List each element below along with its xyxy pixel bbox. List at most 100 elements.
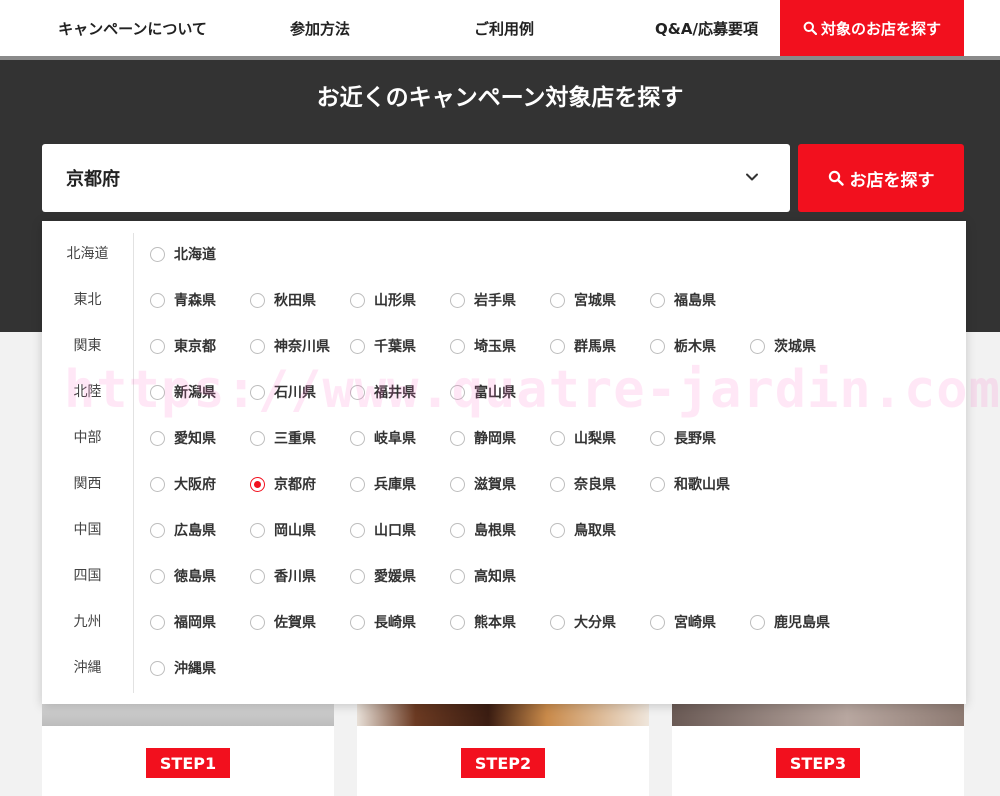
nav-how-to-join[interactable]: 参加方法: [265, 0, 375, 56]
radio-icon[interactable]: [550, 614, 565, 630]
radio-icon[interactable]: [350, 614, 365, 630]
radio-icon[interactable]: [150, 246, 165, 262]
prefecture-option[interactable]: 山梨県: [550, 428, 616, 448]
prefecture-option[interactable]: 北海道: [150, 244, 216, 264]
prefecture-option[interactable]: 京都府: [250, 474, 316, 494]
radio-icon[interactable]: [350, 430, 365, 446]
prefecture-option[interactable]: 広島県: [150, 520, 216, 540]
radio-icon[interactable]: [250, 568, 265, 584]
prefecture-option[interactable]: 茨城県: [750, 336, 816, 356]
prefecture-option[interactable]: 大阪府: [150, 474, 216, 494]
prefecture-option[interactable]: 佐賀県: [250, 612, 316, 632]
radio-icon[interactable]: [450, 476, 465, 492]
radio-icon[interactable]: [250, 430, 265, 446]
prefecture-option[interactable]: 宮崎県: [650, 612, 716, 632]
prefecture-option[interactable]: 沖縄県: [150, 658, 216, 678]
prefecture-option[interactable]: 岩手県: [450, 290, 516, 310]
prefecture-option[interactable]: 鳥取県: [550, 520, 616, 540]
radio-icon[interactable]: [450, 384, 465, 400]
radio-icon[interactable]: [150, 338, 165, 354]
find-store-button[interactable]: お店を探す: [798, 144, 964, 212]
radio-icon[interactable]: [550, 292, 565, 308]
prefecture-option[interactable]: 福井県: [350, 382, 416, 402]
radio-icon[interactable]: [250, 384, 265, 400]
prefecture-option[interactable]: 群馬県: [550, 336, 616, 356]
prefecture-option[interactable]: 東京都: [150, 336, 216, 356]
radio-icon[interactable]: [350, 522, 365, 538]
radio-icon[interactable]: [150, 384, 165, 400]
radio-icon[interactable]: [150, 660, 165, 676]
prefecture-option[interactable]: 高知県: [450, 566, 516, 586]
prefecture-option[interactable]: 島根県: [450, 520, 516, 540]
prefecture-option[interactable]: 山口県: [350, 520, 416, 540]
prefecture-option[interactable]: 山形県: [350, 290, 416, 310]
prefecture-option[interactable]: 岡山県: [250, 520, 316, 540]
prefecture-option[interactable]: 愛媛県: [350, 566, 416, 586]
radio-icon[interactable]: [650, 476, 665, 492]
radio-icon[interactable]: [550, 338, 565, 354]
radio-icon[interactable]: [150, 568, 165, 584]
prefecture-option[interactable]: 徳島県: [150, 566, 216, 586]
prefecture-option[interactable]: 埼玉県: [450, 336, 516, 356]
radio-icon[interactable]: [350, 568, 365, 584]
prefecture-option[interactable]: 石川県: [250, 382, 316, 402]
prefecture-option[interactable]: 青森県: [150, 290, 216, 310]
radio-icon[interactable]: [450, 522, 465, 538]
radio-icon[interactable]: [250, 292, 265, 308]
radio-icon[interactable]: [450, 338, 465, 354]
nav-about-campaign[interactable]: キャンペーンについて: [0, 0, 265, 56]
radio-icon[interactable]: [350, 384, 365, 400]
radio-icon[interactable]: [250, 522, 265, 538]
radio-icon[interactable]: [550, 476, 565, 492]
prefecture-option[interactable]: 神奈川県: [250, 336, 330, 356]
prefecture-option[interactable]: 富山県: [450, 382, 516, 402]
prefecture-option[interactable]: 栃木県: [650, 336, 716, 356]
radio-icon[interactable]: [250, 338, 265, 354]
prefecture-option[interactable]: 大分県: [550, 612, 616, 632]
nav-find-store-button[interactable]: 対象のお店を探す: [780, 0, 964, 56]
prefecture-option[interactable]: 愛知県: [150, 428, 216, 448]
radio-icon[interactable]: [250, 614, 265, 630]
prefecture-option[interactable]: 福島県: [650, 290, 716, 310]
prefecture-option[interactable]: 奈良県: [550, 474, 616, 494]
radio-icon[interactable]: [350, 338, 365, 354]
radio-icon[interactable]: [650, 614, 665, 630]
prefecture-option[interactable]: 岐阜県: [350, 428, 416, 448]
radio-icon[interactable]: [750, 614, 765, 630]
prefecture-option[interactable]: 熊本県: [450, 612, 516, 632]
radio-icon[interactable]: [750, 338, 765, 354]
prefecture-option[interactable]: 滋賀県: [450, 474, 516, 494]
prefecture-option[interactable]: 長野県: [650, 428, 716, 448]
prefecture-option[interactable]: 新潟県: [150, 382, 216, 402]
radio-icon[interactable]: [450, 292, 465, 308]
prefecture-option[interactable]: 千葉県: [350, 336, 416, 356]
radio-icon[interactable]: [650, 292, 665, 308]
prefecture-option[interactable]: 福岡県: [150, 612, 216, 632]
radio-icon[interactable]: [150, 430, 165, 446]
prefecture-option[interactable]: 秋田県: [250, 290, 316, 310]
prefecture-option[interactable]: 三重県: [250, 428, 316, 448]
radio-icon[interactable]: [350, 292, 365, 308]
radio-icon[interactable]: [250, 476, 265, 492]
prefecture-option[interactable]: 長崎県: [350, 612, 416, 632]
radio-icon[interactable]: [150, 476, 165, 492]
radio-icon[interactable]: [650, 338, 665, 354]
prefecture-option[interactable]: 鹿児島県: [750, 612, 830, 632]
prefecture-select[interactable]: 京都府: [42, 144, 790, 212]
radio-icon[interactable]: [150, 614, 165, 630]
radio-icon[interactable]: [550, 430, 565, 446]
prefecture-option[interactable]: 兵庫県: [350, 474, 416, 494]
nav-qa[interactable]: Q&A/応募要項: [633, 0, 780, 56]
radio-icon[interactable]: [550, 522, 565, 538]
radio-icon[interactable]: [450, 430, 465, 446]
nav-usage-examples[interactable]: ご利用例: [375, 0, 633, 56]
radio-icon[interactable]: [150, 292, 165, 308]
radio-icon[interactable]: [450, 614, 465, 630]
radio-icon[interactable]: [650, 430, 665, 446]
prefecture-option[interactable]: 和歌山県: [650, 474, 730, 494]
prefecture-option[interactable]: 香川県: [250, 566, 316, 586]
radio-icon[interactable]: [350, 476, 365, 492]
radio-icon[interactable]: [450, 568, 465, 584]
prefecture-option[interactable]: 宮城県: [550, 290, 616, 310]
prefecture-option[interactable]: 静岡県: [450, 428, 516, 448]
